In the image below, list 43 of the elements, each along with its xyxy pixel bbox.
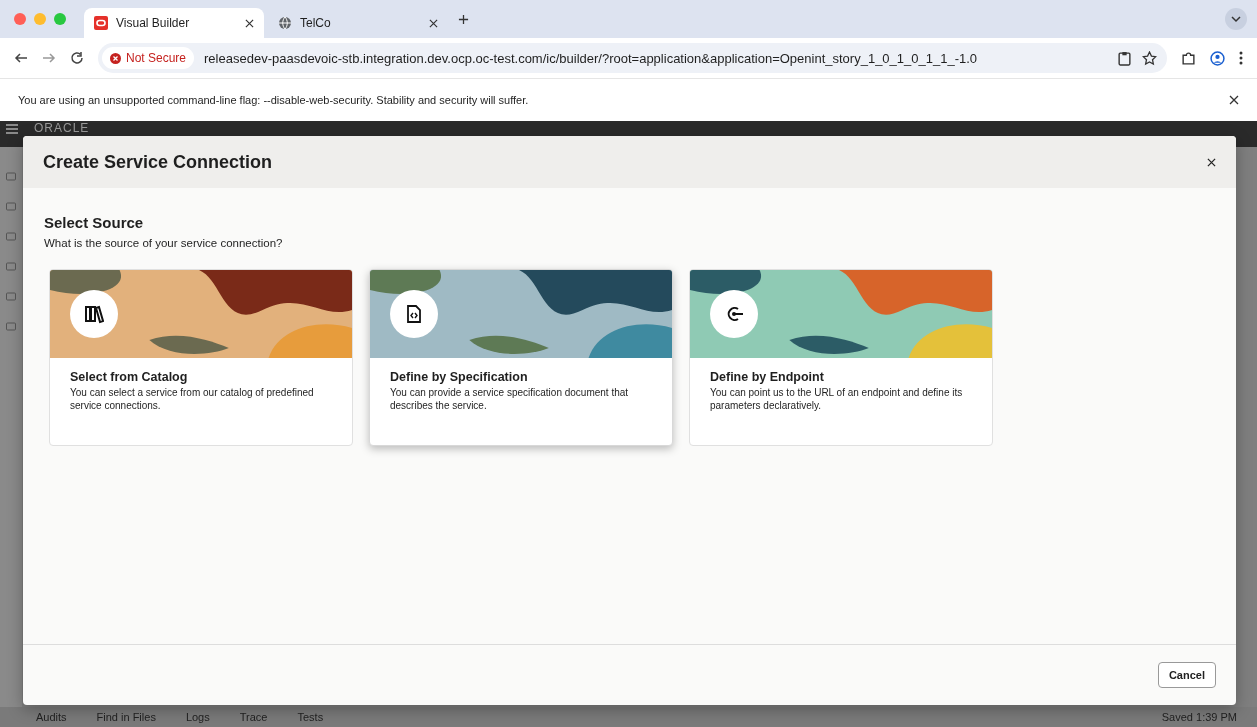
option-card[interactable]: Define by Specification You can provide a service specification document that describes the service. [369, 269, 673, 446]
code-document-icon [404, 304, 424, 324]
books-icon [84, 304, 104, 324]
menu-icon[interactable] [6, 124, 18, 134]
card-title: Define by Endpoint [710, 370, 825, 384]
section-subtitle: What is the source of your service connection? [44, 237, 284, 249]
close-icon[interactable] [1207, 157, 1216, 167]
back-arrow-icon[interactable] [14, 51, 28, 65]
save-status: Saved 1:39 PM [1161, 711, 1237, 723]
chevron-down-icon[interactable] [1225, 8, 1247, 30]
logo-text: ORACLE [34, 121, 90, 135]
plus-icon[interactable] [458, 13, 469, 25]
browser-tab[interactable]: Visual Builder [84, 8, 264, 38]
card-description: You can point us to the URL of an endpoint and define its parameters declaratively. [710, 387, 964, 412]
security-badge[interactable]: Not Secure [102, 47, 195, 69]
browser-tab[interactable]: TelCo [268, 8, 448, 38]
footer-tab[interactable]: Tests [297, 711, 324, 723]
close-icon[interactable] [429, 18, 438, 28]
globe-icon [278, 16, 292, 30]
more-icon[interactable] [1239, 51, 1243, 65]
close-icon[interactable] [245, 18, 254, 28]
card-description: You can provide a service specification document that describes the service. [390, 387, 630, 412]
clipboard-icon[interactable] [1117, 50, 1132, 66]
dialog-title: Create Service Connection [43, 151, 273, 173]
footer-tab[interactable]: Logs [185, 711, 210, 723]
footer-tab[interactable]: Audits [36, 711, 67, 723]
option-card[interactable]: Select from Catalog You can select a service from our catalog of predefined service connections. [49, 269, 353, 446]
option-card[interactable]: Define by Endpoint You can point us to the URL of an endpoint and define its parameters declaratively. [689, 269, 993, 446]
forward-arrow-icon[interactable] [42, 51, 56, 65]
star-icon[interactable] [1142, 50, 1157, 66]
warning-message: You are using an unsupported command-line flag: --disable-web-security. Stability and security will suffer. [18, 94, 529, 106]
close-icon[interactable] [1229, 95, 1239, 105]
cancel-button[interactable]: Cancel [1157, 662, 1216, 688]
profile-icon[interactable] [1210, 50, 1225, 66]
reload-icon[interactable] [70, 51, 84, 65]
footer-tab[interactable]: Find in Files [96, 711, 156, 723]
card-title: Select from Catalog [70, 370, 189, 384]
card-title: Define by Specification [390, 370, 529, 384]
section-heading: Select Source [44, 214, 145, 231]
footer-tab[interactable]: Trace [239, 711, 268, 723]
address-field[interactable]: Not Secure releasedev-paasdevoic-stb.integration.dev.ocp.oc-test.com/ic/builder/?root=application&application=Openint_story_1_0_1_0_1_1_-1.0 [98, 43, 1167, 73]
card-description: You can select a service from our catalog of predefined service connections. [70, 387, 315, 412]
logo-icon [94, 16, 108, 30]
